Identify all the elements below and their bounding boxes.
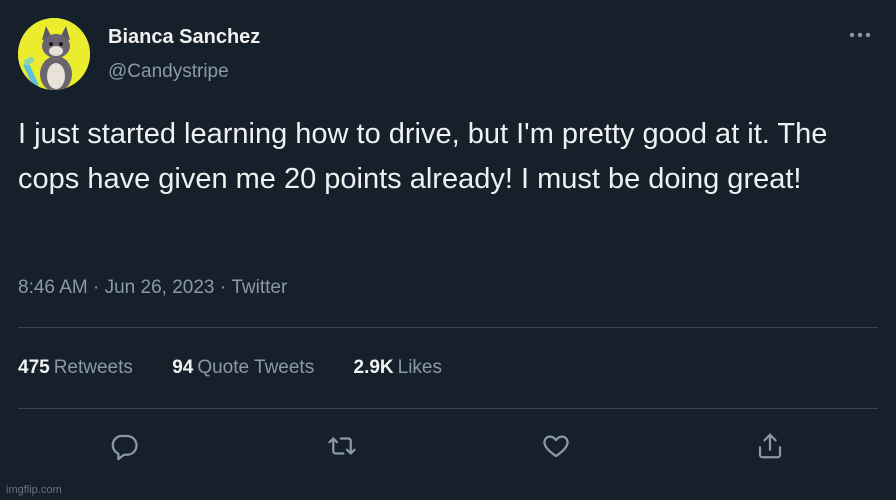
retweets-label: Retweets bbox=[53, 357, 133, 378]
quote-tweets-count: 94 bbox=[172, 357, 194, 378]
tweet-actions bbox=[0, 426, 896, 466]
author-name[interactable]: Bianca Sanchez bbox=[108, 26, 260, 49]
meta-separator: · bbox=[87, 277, 105, 298]
likes-label: Likes bbox=[397, 357, 442, 378]
avatar[interactable] bbox=[18, 18, 90, 90]
avatar-cat-image bbox=[18, 18, 90, 90]
meta-separator: · bbox=[214, 277, 232, 298]
watermark: imgflip.com bbox=[6, 484, 62, 496]
retweets-stat[interactable]: 475 Retweets bbox=[18, 357, 133, 379]
retweets-count: 475 bbox=[18, 357, 50, 378]
likes-stat[interactable]: 2.9K Likes bbox=[354, 357, 443, 379]
tweet-source[interactable]: Twitter bbox=[231, 277, 287, 299]
likes-count: 2.9K bbox=[353, 357, 394, 378]
tweet-text: I just started learning how to drive, bu… bbox=[18, 118, 828, 195]
quote-tweets-stat[interactable]: 94 Quote Tweets bbox=[172, 357, 314, 379]
reply-icon bbox=[111, 434, 138, 461]
more-options-button[interactable] bbox=[846, 28, 874, 40]
share-icon bbox=[758, 433, 782, 459]
share-button[interactable] bbox=[750, 426, 790, 466]
divider bbox=[18, 327, 878, 328]
tweet-meta: 8:46 AM · Jun 26, 2023 · Twitter bbox=[18, 277, 287, 299]
heart-icon bbox=[543, 435, 569, 458]
tweet-date[interactable]: Jun 26, 2023 bbox=[105, 277, 215, 299]
reply-button[interactable] bbox=[104, 426, 144, 466]
author-handle[interactable]: @Candystripe bbox=[108, 61, 229, 83]
divider bbox=[18, 408, 878, 409]
more-horizontal-icon bbox=[849, 32, 871, 38]
tweet-stats: 475 Retweets 94 Quote Tweets 2.9K Likes bbox=[18, 357, 476, 379]
retweet-icon bbox=[328, 437, 356, 455]
quote-tweets-label: Quote Tweets bbox=[197, 357, 315, 378]
tweet-card: Bianca Sanchez @Candystripe I just start… bbox=[0, 0, 896, 500]
like-button[interactable] bbox=[536, 426, 576, 466]
tweet-time[interactable]: 8:46 AM bbox=[18, 277, 88, 299]
retweet-button[interactable] bbox=[322, 426, 362, 466]
